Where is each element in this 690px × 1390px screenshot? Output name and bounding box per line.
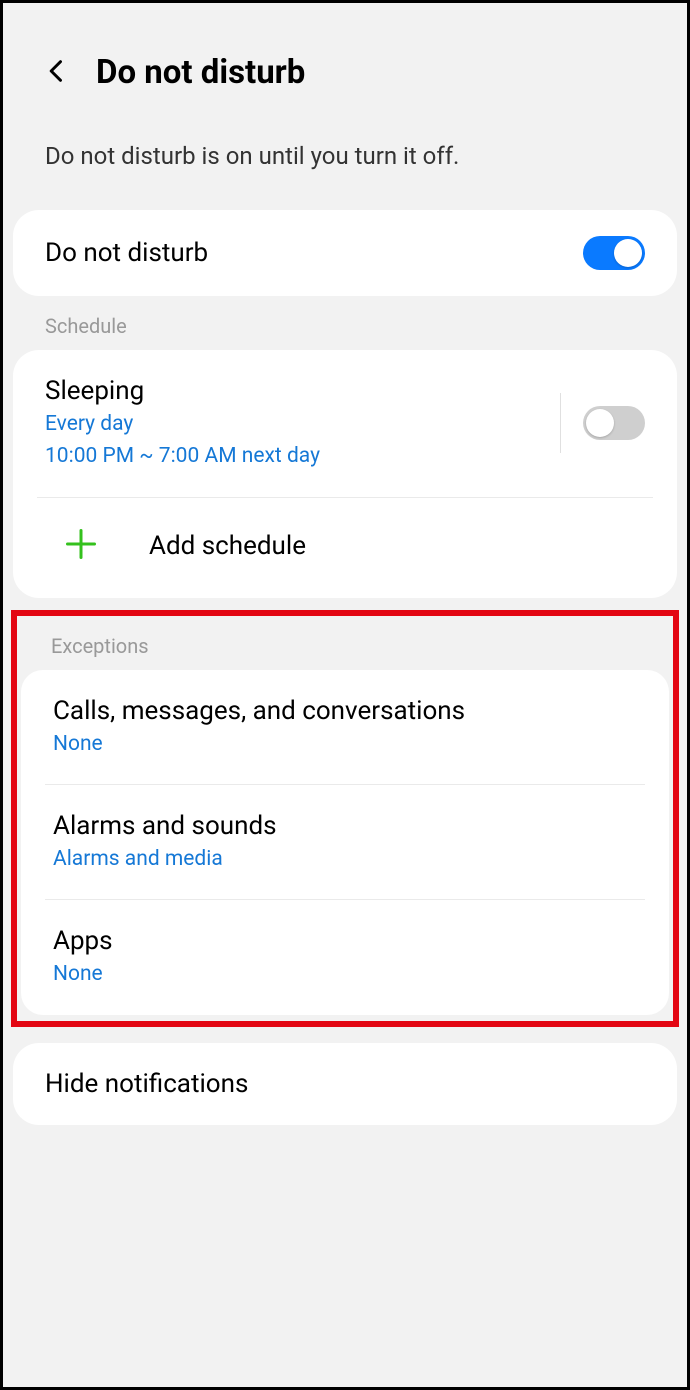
schedule-item-sub2: 10:00 PM ~ 7:00 AM next day xyxy=(45,442,560,470)
add-schedule-button[interactable]: Add schedule xyxy=(13,498,677,598)
dnd-toggle-label: Do not disturb xyxy=(45,238,583,268)
dnd-toggle-card: Do not disturb xyxy=(13,210,677,296)
hide-notifications-card: Hide notifications xyxy=(13,1043,677,1125)
schedule-section-label: Schedule xyxy=(3,296,687,350)
exceptions-highlight: Exceptions Calls, messages, and conversa… xyxy=(11,610,679,1027)
hide-notifications-button[interactable]: Hide notifications xyxy=(13,1043,677,1125)
plus-icon xyxy=(63,526,99,566)
schedule-item-title: Sleeping xyxy=(45,376,560,406)
page-title: Do not disturb xyxy=(96,53,305,92)
dnd-toggle[interactable] xyxy=(583,236,645,270)
schedule-sleeping-toggle[interactable] xyxy=(583,406,645,440)
vertical-separator xyxy=(560,393,561,453)
exception-item-sub: None xyxy=(53,960,637,988)
exception-item-sub: Alarms and media xyxy=(53,845,637,873)
exceptions-card: Calls, messages, and conversations None … xyxy=(21,670,669,1015)
exceptions-section-label: Exceptions xyxy=(17,616,673,670)
exception-item-title: Alarms and sounds xyxy=(53,811,637,841)
exception-item-title: Calls, messages, and conversations xyxy=(53,696,637,726)
exception-calls-messages[interactable]: Calls, messages, and conversations None xyxy=(21,670,669,784)
schedule-item-sleeping[interactable]: Sleeping Every day 10:00 PM ~ 7:00 AM ne… xyxy=(13,350,677,497)
exception-item-title: Apps xyxy=(53,926,637,956)
schedule-card: Sleeping Every day 10:00 PM ~ 7:00 AM ne… xyxy=(13,350,677,598)
back-icon[interactable] xyxy=(43,57,71,89)
exception-apps[interactable]: Apps None xyxy=(21,900,669,1014)
add-schedule-label: Add schedule xyxy=(149,531,306,561)
exception-alarms-sounds[interactable]: Alarms and sounds Alarms and media xyxy=(21,785,669,899)
exception-item-sub: None xyxy=(53,730,637,758)
status-text: Do not disturb is on until you turn it o… xyxy=(3,112,687,210)
schedule-item-sub1: Every day xyxy=(45,410,560,438)
hide-notifications-label: Hide notifications xyxy=(45,1069,645,1099)
